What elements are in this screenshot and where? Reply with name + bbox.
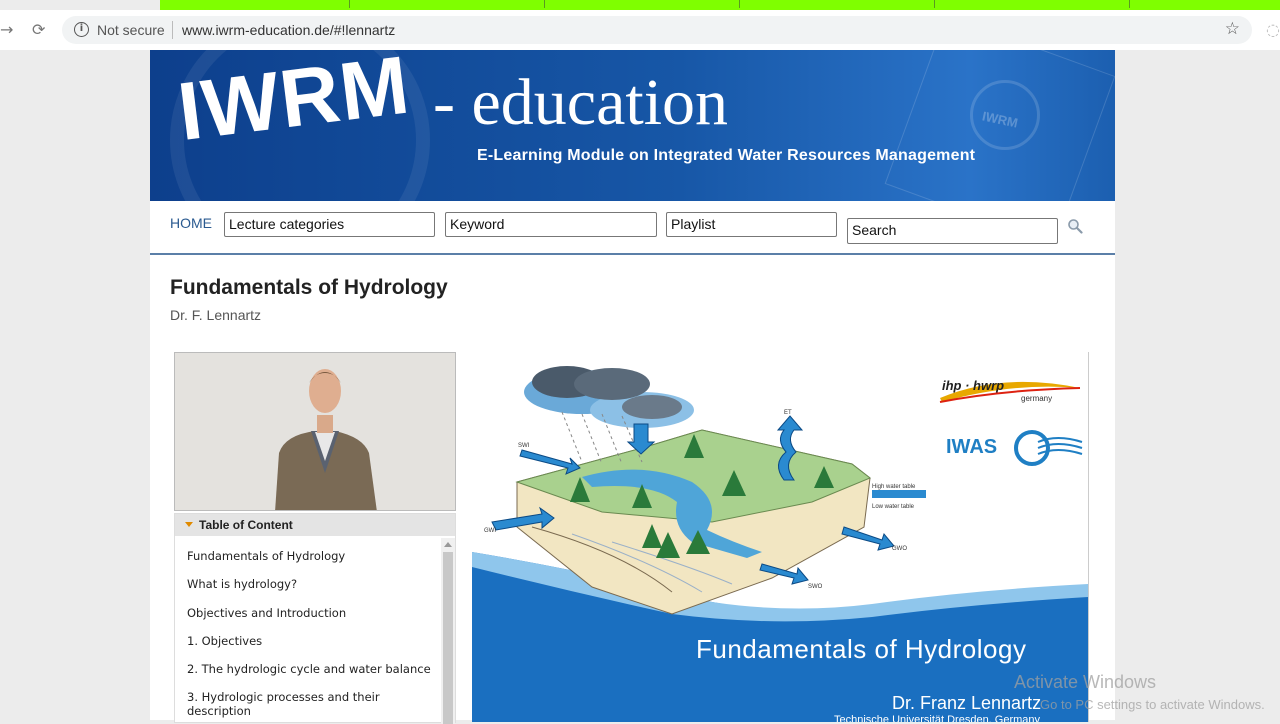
browser-toolbar: → ⟳ i Not secure www.iwrm-education.de/#… (0, 10, 1280, 50)
collapse-arrow-icon[interactable] (185, 522, 193, 527)
site-banner: IWRM IWRM - education E-Learning Module … (150, 50, 1115, 201)
toc-item[interactable]: Objectives and Introduction (187, 605, 437, 633)
toc-list: Fundamentals of Hydrology What is hydrol… (187, 548, 437, 718)
ihp-logo-sub: germany (1021, 394, 1053, 403)
table-of-content: Table of Content Fundamentals of Hydrolo… (174, 513, 456, 724)
info-icon[interactable]: i (74, 22, 89, 37)
toc-item[interactable]: 2. The hydrologic cycle and water balanc… (187, 661, 437, 689)
lecturer-video[interactable] (174, 352, 456, 511)
url-text[interactable]: www.iwrm-education.de/#!lennartz (182, 22, 395, 38)
toc-header[interactable]: Table of Content (175, 514, 455, 536)
activate-windows-title: Activate Windows (1014, 672, 1157, 692)
activate-windows-hint: Go to PC settings to activate Windows. (1040, 697, 1265, 712)
nav-home-link[interactable]: HOME (170, 215, 212, 231)
reload-icon[interactable]: ⟳ (32, 19, 45, 41)
presentation-slide[interactable]: High water table Low water table SWI ET … (472, 352, 1089, 722)
browser-tab-strip (160, 0, 1280, 10)
lecturer-figure (175, 353, 455, 510)
search-icon[interactable] (1067, 218, 1083, 234)
label-et: ET (784, 410, 792, 416)
forward-icon[interactable]: → (0, 19, 13, 41)
lecture-categories-select[interactable]: Lecture categories (224, 212, 435, 237)
scroll-thumb[interactable] (443, 552, 453, 724)
label-high-water-table: High water table (872, 484, 916, 490)
label-swi: SWI (518, 443, 530, 449)
address-bar[interactable]: i Not secure www.iwrm-education.de/#!len… (62, 16, 1252, 44)
keyword-select[interactable]: Keyword (445, 212, 657, 237)
label-gwo: GWO (892, 546, 907, 552)
tab-segment[interactable] (350, 0, 545, 8)
toc-heading: Table of Content (199, 518, 293, 532)
slide-institution: Technische Universität Dresden, Germany (834, 714, 1041, 722)
label-swo: SWO (808, 584, 823, 590)
tab-segment[interactable] (545, 0, 740, 8)
toc-item[interactable]: 3. Hydrologic processes and their descri… (187, 689, 437, 718)
toc-scrollbar[interactable] (441, 538, 455, 724)
address-separator (172, 21, 173, 39)
site-tagline: E-Learning Module on Integrated Water Re… (477, 147, 976, 164)
toc-item[interactable]: 1. Objectives (187, 633, 437, 661)
bookmark-star-icon[interactable]: ☆ (1225, 19, 1240, 39)
toc-item[interactable]: What is hydrology? (187, 576, 437, 604)
iwas-logo: IWAS (946, 436, 998, 458)
extension-icon[interactable]: ◌ (1266, 20, 1280, 39)
lecture-title: Fundamentals of Hydrology (170, 276, 448, 299)
site-logo-suffix: - education (433, 66, 729, 139)
tab-segment[interactable] (740, 0, 935, 8)
hydrologic-cycle-diagram: High water table Low water table SWI ET … (472, 366, 1088, 722)
label-low-water-table: Low water table (872, 504, 915, 510)
search-input[interactable]: Search (847, 218, 1058, 244)
ihp-logo: ihp · hwrp (942, 378, 1005, 393)
main-nav: HOME Lecture categories Keyword Playlist… (150, 201, 1115, 255)
slide-author: Dr. Franz Lennartz (892, 693, 1042, 713)
playlist-select[interactable]: Playlist (666, 212, 837, 237)
toc-item[interactable]: Fundamentals of Hydrology (187, 548, 437, 576)
lecture-author: Dr. F. Lennartz (170, 307, 262, 323)
tab-segment[interactable] (160, 0, 350, 8)
tab-segment[interactable] (935, 0, 1130, 8)
scroll-up-icon[interactable] (444, 542, 452, 547)
page-content: IWRM IWRM - education E-Learning Module … (150, 50, 1115, 724)
slide-title: Fundamentals of Hydrology (696, 634, 1027, 664)
security-label: Not secure (97, 22, 165, 38)
label-gwi: GWI (484, 528, 496, 534)
